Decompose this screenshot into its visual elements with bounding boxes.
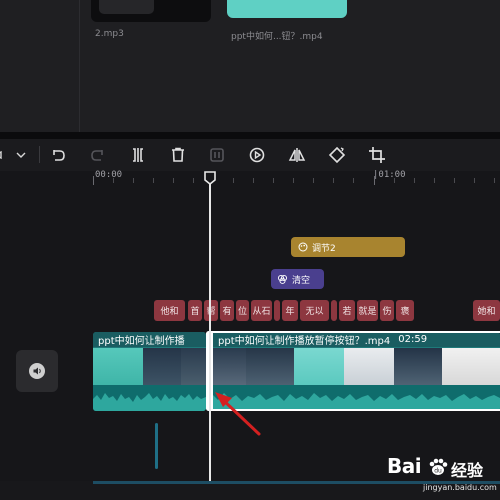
ruler-tick <box>333 178 334 183</box>
subtitle-clip[interactable]: 伤 <box>380 300 394 321</box>
ruler-tick <box>353 178 354 183</box>
ruler-tick <box>173 178 174 183</box>
clip-frame <box>181 348 206 385</box>
watermark-brand-cn: 经验 <box>451 461 484 480</box>
playhead-handle[interactable] <box>203 170 217 186</box>
ruler-label-start: 00:00 <box>95 170 123 180</box>
audio-waveform <box>93 385 206 411</box>
adjust-clip[interactable]: 调节2 <box>291 237 405 257</box>
subtitle-clip[interactable]: 首 <box>188 300 202 321</box>
media-filename: ppt中如何...钮？.mp4 <box>231 32 323 42</box>
delete-icon[interactable] <box>169 146 187 164</box>
speaker-icon <box>29 363 45 379</box>
audio-clip[interactable] <box>155 423 158 469</box>
video-clip[interactable]: ppt中如何让制作播 <box>93 332 206 411</box>
filter-clip-label: 清空 <box>292 275 311 286</box>
subtitle-clip[interactable]: 褒 <box>396 300 414 321</box>
subtitle-clip[interactable]: 有 <box>220 300 234 321</box>
subtitle-clip[interactable] <box>331 300 337 321</box>
playhead[interactable] <box>209 178 211 483</box>
split-icon[interactable] <box>129 146 147 164</box>
crop-icon[interactable] <box>368 146 386 164</box>
subtitle-clip[interactable]: 从石 <box>251 300 272 321</box>
ruler-tick <box>133 178 134 183</box>
panel-divider <box>79 0 80 132</box>
watermark-url: jingyan.baidu.com <box>423 483 497 492</box>
mirror-icon[interactable] <box>288 146 306 164</box>
palette-icon <box>298 242 308 252</box>
freeze-frame-icon[interactable] <box>208 146 226 164</box>
subtitle-clip[interactable]: 若 <box>339 300 355 321</box>
adjust-clip-label: 调节2 <box>312 243 336 254</box>
ruler-tick <box>273 178 274 183</box>
ruler-tick <box>153 178 154 183</box>
subtitle-clip[interactable]: 年 <box>282 300 298 321</box>
subtitle-clip[interactable]: 无以 <box>300 300 329 321</box>
clip-selection-border <box>206 331 500 411</box>
play-circle-icon[interactable] <box>248 146 266 164</box>
filter-icon <box>277 274 288 284</box>
ruler-tick <box>193 178 194 183</box>
toolbar-divider <box>39 146 40 163</box>
undo-icon[interactable] <box>49 146 67 164</box>
subtitle-clip[interactable]: 他和 <box>154 300 185 321</box>
track-mute-button[interactable] <box>16 350 58 392</box>
rotate-icon[interactable] <box>328 146 346 164</box>
ruler-tick <box>434 178 435 183</box>
media-library-panel: 2.mp3 ppt中如何...钮？.mp4 <box>0 0 500 132</box>
media-filename: 2.mp3 <box>95 29 124 39</box>
clip-frame <box>143 348 181 385</box>
filter-clip[interactable]: 清空 <box>271 269 324 289</box>
subtitle-clip[interactable]: 位 <box>236 300 249 321</box>
redo-icon[interactable] <box>89 146 107 164</box>
subtitle-clip[interactable]: 她和 <box>473 300 500 321</box>
video-clip-title: ppt中如何让制作播 <box>93 332 206 347</box>
clip-frame <box>93 348 143 385</box>
subtitle-clip[interactable] <box>274 300 280 321</box>
ruler-tick <box>454 178 455 183</box>
ruler-tick <box>414 178 415 183</box>
select-arrow-icon[interactable] <box>0 146 11 164</box>
paw-logo-icon: du <box>429 458 448 475</box>
subtitle-clip[interactable]: 就是 <box>357 300 378 321</box>
timeline-ruler[interactable] <box>0 171 500 189</box>
subtitle-clip[interactable]: 帮 <box>204 300 218 321</box>
media-thumbnail-video[interactable] <box>227 0 347 18</box>
ruler-tick <box>494 178 495 183</box>
audio-thumbnail-inner <box>99 0 154 14</box>
clip-thumbnails <box>93 348 206 385</box>
ruler-tick <box>313 178 314 183</box>
ruler-tick <box>474 178 475 183</box>
svg-text:du: du <box>434 468 442 475</box>
ruler-tick <box>233 178 234 183</box>
media-thumbnail-audio[interactable] <box>91 0 211 22</box>
chevron-down-icon[interactable] <box>12 146 30 164</box>
ruler-label-end: |01:00 <box>373 170 406 180</box>
ruler-tick <box>253 178 254 183</box>
watermark-brand: Bai <box>387 454 422 478</box>
panel-splitter[interactable] <box>0 132 500 139</box>
ruler-tick <box>293 178 294 183</box>
ruler-tick <box>93 176 94 185</box>
